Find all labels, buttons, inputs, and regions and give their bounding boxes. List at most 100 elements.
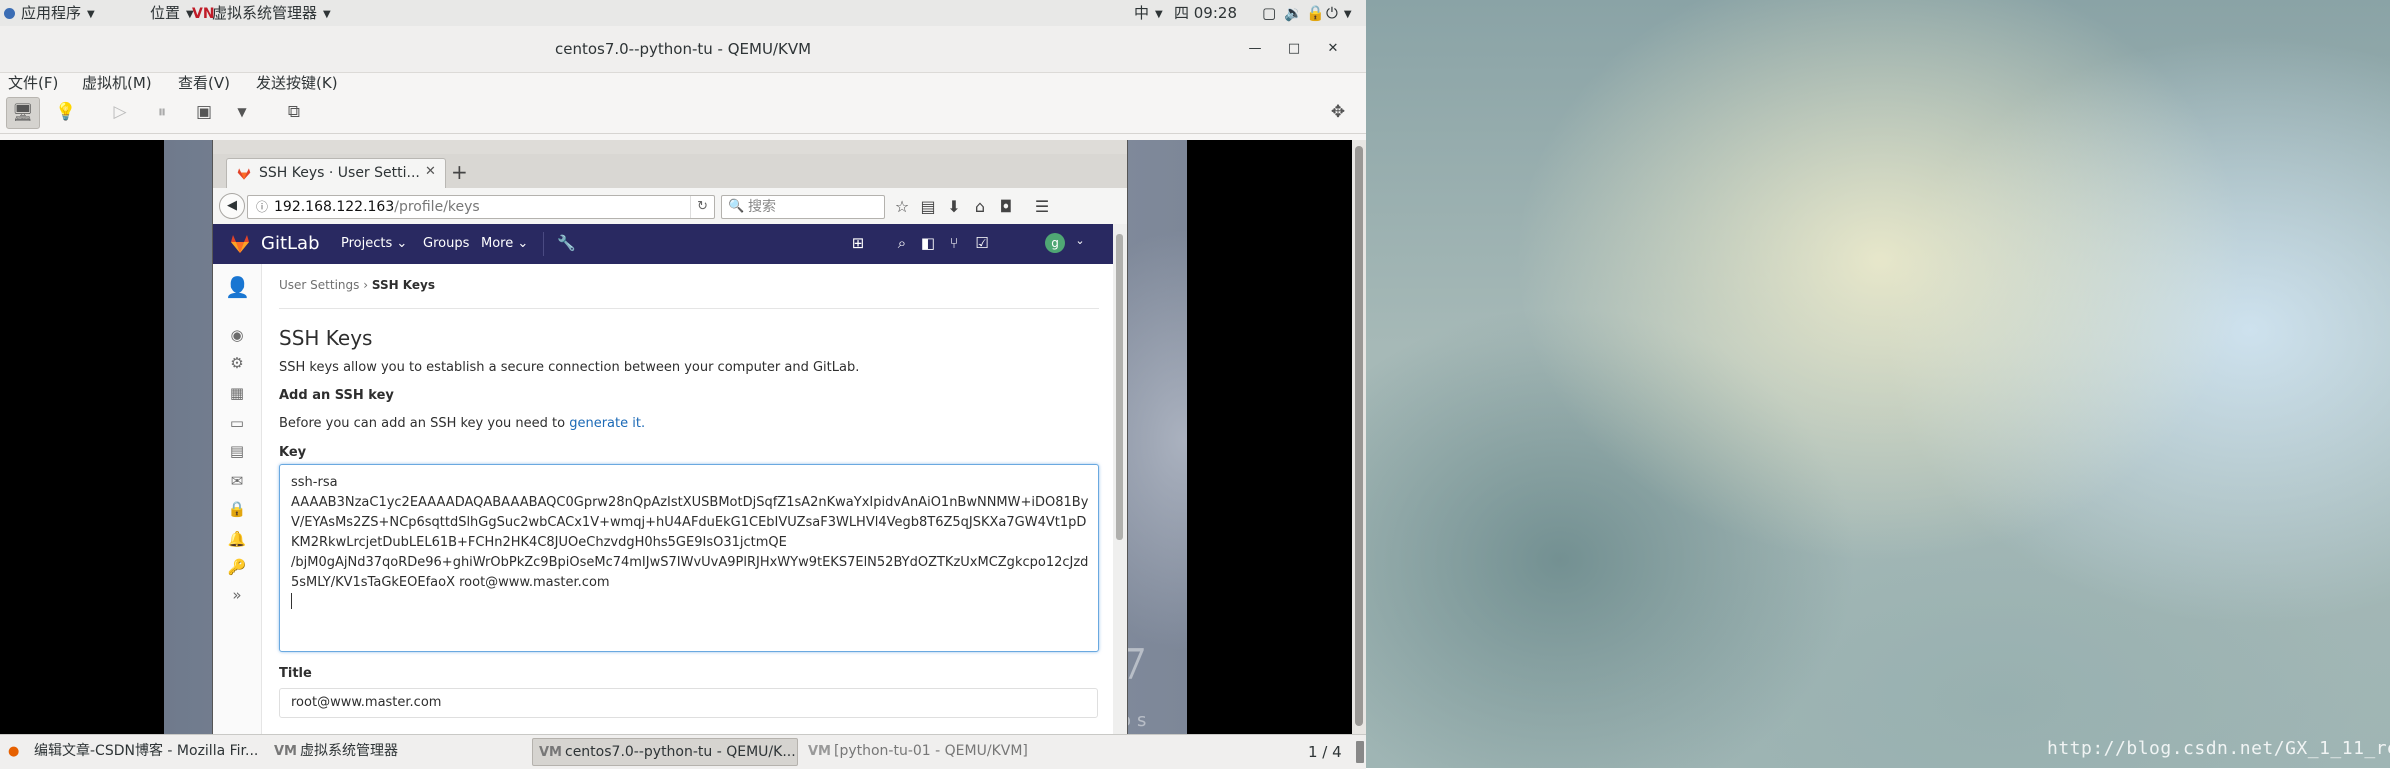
- sidebar-emails-icon[interactable]: ✉: [225, 470, 249, 492]
- watermark-text: http://blog.csdn.net/GX_1_11_real: [2047, 738, 2390, 759]
- scrollbar-thumb[interactable]: [1355, 146, 1363, 726]
- title-label: Title: [279, 666, 312, 681]
- more-menu[interactable]: More ⌄: [481, 236, 528, 251]
- menu-vm[interactable]: 虚拟机(M): [82, 72, 152, 93]
- workspace-indicator[interactable]: 1 / 4: [1308, 743, 1342, 761]
- run-icon[interactable]: ▷: [104, 97, 136, 127]
- new-tab-button[interactable]: +: [451, 160, 468, 184]
- places-menu[interactable]: 位置 ▼: [150, 3, 194, 23]
- console-icon[interactable]: 🖥: [6, 97, 40, 129]
- search-placeholder: 搜索: [748, 199, 776, 215]
- url-bar[interactable]: ⓘ 192.168.122.163/profile/keys ↻: [247, 195, 715, 219]
- chevron-down-icon: ▼: [323, 9, 331, 20]
- workspace-switcher[interactable]: [1356, 741, 1364, 763]
- guest-display[interactable]: 7 ᴏs SSH Keys · User Setti... ✕ + ◀ ⓘ 19…: [0, 140, 1352, 734]
- gitlab-favicon-icon: [237, 168, 251, 180]
- merge-requests-icon[interactable]: ⑂: [945, 234, 963, 252]
- sidebar-profile-icon[interactable]: ◉: [225, 324, 249, 346]
- snapshots-icon[interactable]: ⧉: [278, 97, 310, 127]
- tab-close-icon[interactable]: ✕: [425, 164, 436, 179]
- search-icon[interactable]: ⌕: [893, 234, 911, 252]
- avatar[interactable]: g: [1045, 233, 1065, 253]
- search-input[interactable]: 🔍 搜索: [721, 195, 885, 219]
- new-item-plus-icon[interactable]: ⊞: [849, 234, 867, 252]
- page-scrollbar[interactable]: [1113, 224, 1127, 734]
- key-textarea[interactable]: ssh-rsa AAAAB3NzaC1yc2EAAAADAQABAAABAQC0…: [279, 464, 1099, 652]
- chevron-down-icon: ⌄: [396, 236, 408, 251]
- pocket-icon[interactable]: ◘: [997, 197, 1015, 216]
- window-titlebar[interactable]: centos7.0--python-tu - QEMU/KVM — □ ✕: [0, 26, 1366, 73]
- before-add-label: Before you can add an SSH key you need t…: [279, 416, 570, 431]
- back-button[interactable]: ◀: [219, 193, 245, 219]
- shutdown-dropdown-icon[interactable]: ▼: [226, 97, 258, 127]
- task-qemu-python-tu-label: [python-tu-01 - QEMU/KVM]: [834, 743, 1028, 759]
- vm-manager-label: 虚拟系统管理器: [212, 4, 318, 22]
- input-method-menu[interactable]: 中 ▼: [1134, 3, 1163, 23]
- sidebar-applications-icon[interactable]: ▦: [225, 382, 249, 404]
- sidebar-user-avatar-icon[interactable]: 👤: [225, 276, 250, 298]
- tab-ssh-keys[interactable]: SSH Keys · User Setti... ✕: [226, 158, 446, 189]
- before-add-text: Before you can add an SSH key you need t…: [279, 416, 645, 431]
- settings-sidebar: 👤 ◉ ⚙ ▦ ▭ ▤ ✉ 🔒 🔔 🔑 »: [213, 264, 262, 734]
- sidebar-account-icon[interactable]: ⚙: [225, 352, 249, 374]
- firefox-icon: ●: [8, 744, 20, 759]
- menu-file[interactable]: 文件(F): [8, 72, 58, 93]
- chevron-down-icon: ▼: [1343, 9, 1352, 20]
- task-firefox-label: 编辑文章-CSDN博客 - Mozilla Fir...: [34, 743, 259, 759]
- key-label: Key: [279, 445, 307, 460]
- sidebar-expand-icon[interactable]: »: [225, 584, 249, 606]
- site-info-icon[interactable]: ⓘ: [256, 196, 268, 218]
- breadcrumb-ssh-keys[interactable]: SSH Keys: [372, 278, 435, 292]
- home-icon[interactable]: ⌂: [971, 197, 989, 216]
- minimize-button[interactable]: —: [1246, 40, 1264, 58]
- breadcrumb-user-settings[interactable]: User Settings: [279, 278, 359, 292]
- task-qemu-python-tu[interactable]: VM [python-tu-01 - QEMU/KVM]: [802, 738, 1066, 764]
- sidebar-notifications-bell-icon[interactable]: 🔔: [225, 528, 249, 550]
- more-label: More: [481, 236, 514, 251]
- admin-wrench-icon[interactable]: 🔧: [557, 234, 576, 252]
- qemu-scrollbar[interactable]: [1352, 140, 1366, 734]
- sidebar-chat-icon[interactable]: ▭: [225, 412, 249, 434]
- projects-menu[interactable]: Projects ⌄: [341, 236, 407, 251]
- pause-icon[interactable]: ⏸: [146, 97, 178, 127]
- title-input[interactable]: root@www.master.com: [279, 688, 1098, 718]
- screen-icon[interactable]: ▢: [1262, 3, 1276, 23]
- sidebar-toggle-icon[interactable]: ◧: [919, 234, 937, 252]
- chevron-down-icon[interactable]: ⌄: [1071, 234, 1089, 247]
- generate-it-link[interactable]: generate it.: [569, 416, 645, 431]
- task-firefox[interactable]: ● 编辑文章-CSDN博客 - Mozilla Fir...: [2, 738, 264, 764]
- menu-send-key[interactable]: 发送按键(K): [256, 72, 338, 93]
- lock-icon[interactable]: 🔒: [1306, 3, 1325, 23]
- firefox-titlebar[interactable]: [213, 140, 1127, 154]
- bookmark-star-icon[interactable]: ☆: [893, 197, 911, 216]
- firefox-window: SSH Keys · User Setti... ✕ + ◀ ⓘ 192.168…: [213, 140, 1127, 734]
- fullscreen-icon[interactable]: ✥: [1322, 97, 1354, 127]
- reading-list-icon[interactable]: ▤: [919, 197, 937, 216]
- sidebar-password-lock-icon[interactable]: 🔒: [225, 498, 249, 520]
- power-icon[interactable]: ⏻ ▼: [1326, 3, 1352, 23]
- clock[interactable]: 四 09:28: [1174, 3, 1237, 23]
- vm-manager-menu[interactable]: VN虚拟系统管理器 ▼: [192, 3, 331, 23]
- task-qemu-centos[interactable]: VM centos7.0--python-tu - QEMU/K...: [532, 738, 798, 766]
- menu-view[interactable]: 查看(V): [178, 72, 230, 93]
- scrollbar-thumb[interactable]: [1116, 234, 1123, 540]
- hamburger-menu-icon[interactable]: ☰: [1033, 197, 1051, 216]
- sidebar-ssh-keys-icon[interactable]: 🔑: [225, 556, 249, 578]
- task-qemu-centos-label: centos7.0--python-tu - QEMU/K...: [565, 744, 796, 760]
- applications-menu[interactable]: 应用程序 ▼: [4, 3, 95, 23]
- gitlab-brand[interactable]: GitLab: [261, 233, 320, 254]
- shutdown-icon[interactable]: ▣: [188, 97, 220, 127]
- close-button[interactable]: ✕: [1324, 40, 1342, 58]
- projects-label: Projects: [341, 236, 393, 251]
- details-bulb-icon[interactable]: 💡: [50, 97, 82, 127]
- reload-icon[interactable]: ↻: [690, 196, 708, 218]
- groups-link[interactable]: Groups: [423, 236, 469, 251]
- downloads-icon[interactable]: ⬇: [945, 197, 963, 216]
- todos-icon[interactable]: ☑: [973, 234, 991, 252]
- sidebar-tokens-icon[interactable]: ▤: [225, 440, 249, 462]
- volume-icon[interactable]: 🔉: [1284, 3, 1303, 23]
- maximize-button[interactable]: □: [1285, 40, 1303, 58]
- gitlab-logo-icon[interactable]: [229, 234, 251, 254]
- gitlab-header: GitLab Projects ⌄ Groups More ⌄ 🔧 ⊞ ⌕ ◧ …: [213, 224, 1113, 264]
- task-vm-manager[interactable]: VM 虚拟系统管理器: [268, 738, 524, 764]
